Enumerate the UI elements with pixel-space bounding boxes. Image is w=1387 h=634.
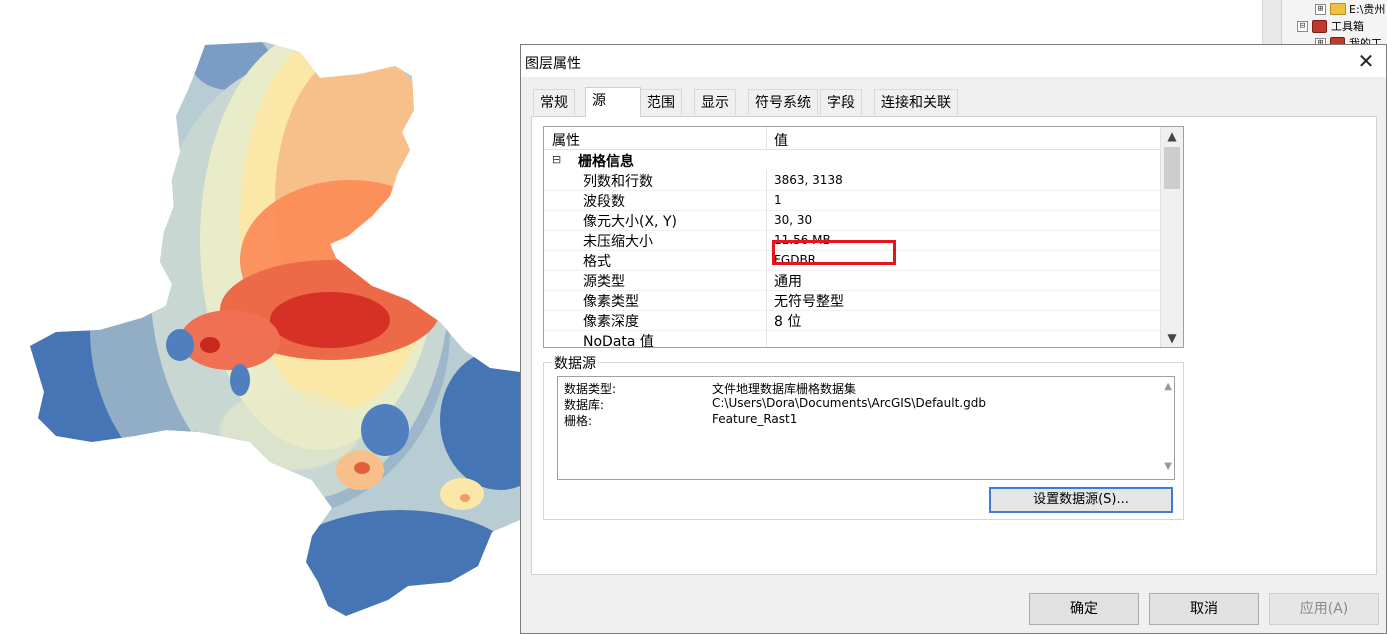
collapse-icon[interactable]: ⊟ <box>1297 20 1308 32</box>
data-source-key: 栅格: <box>564 414 593 428</box>
property-value: 1 <box>774 193 782 207</box>
dialog-title: 图层属性 <box>525 56 581 72</box>
property-row-pixel-type[interactable]: 像素类型 无符号整型 <box>544 290 1161 311</box>
property-value: 通用 <box>774 274 802 290</box>
toolbox-icon <box>1312 19 1327 33</box>
column-divider <box>766 250 767 270</box>
catalog-item-toolbox[interactable]: ⊟ 工具箱 <box>1297 18 1364 34</box>
catalog-item-label: 工具箱 <box>1331 20 1364 33</box>
section-raster-info[interactable]: ⊟ 栅格信息 <box>544 150 1161 170</box>
tab-extent[interactable]: 范围 <box>640 89 682 115</box>
header-value: 值 <box>774 133 788 149</box>
tab-symbology[interactable]: 符号系统 <box>748 89 818 115</box>
column-divider <box>766 190 767 210</box>
scroll-up-icon[interactable]: ▲ <box>1161 127 1183 145</box>
raster-property-grid[interactable]: 属性 值 ⊟ 栅格信息 列数和行数 3863, 3138 波段数 1 像元大小(… <box>543 126 1184 348</box>
property-row-source-type[interactable]: 源类型 通用 <box>544 270 1161 291</box>
column-divider <box>766 290 767 310</box>
property-name: 像元大小(X, Y) <box>583 214 677 230</box>
tab-joins-relates[interactable]: 连接和关联 <box>874 89 958 115</box>
property-value: FGDBR <box>774 253 817 267</box>
property-row-columns-rows[interactable]: 列数和行数 3863, 3138 <box>544 170 1161 191</box>
expand-icon[interactable]: ⊞ <box>1315 3 1326 15</box>
tab-display[interactable]: 显示 <box>694 89 736 115</box>
folder-icon <box>1330 3 1346 15</box>
property-row-cell-size[interactable]: 像元大小(X, Y) 30, 30 <box>544 210 1161 231</box>
column-divider <box>766 270 767 290</box>
property-name: NoData 值 <box>583 334 654 348</box>
property-name: 像素深度 <box>583 314 639 330</box>
property-value: 30, 30 <box>774 213 813 227</box>
catalog-item-folder[interactable]: ⊞ E:\贵州 <box>1315 1 1385 17</box>
dialog-titlebar[interactable]: 图层属性 ✕ <box>521 45 1386 77</box>
property-value: 3863, 3138 <box>774 173 843 187</box>
apply-button[interactable]: 应用(A) <box>1269 593 1379 625</box>
layer-properties-dialog: 图层属性 ✕ 常规 源 范围 显示 符号系统 字段 连接和关联 属性 值 ⊟ 栅… <box>520 44 1387 634</box>
data-source-value: Feature_Rast1 <box>712 412 798 426</box>
property-name: 像素类型 <box>583 294 639 310</box>
data-source-legend: 数据源 <box>552 353 598 373</box>
property-row-uncompressed-size[interactable]: 未压缩大小 11.56 MB <box>544 230 1161 251</box>
data-source-key: 数据库: <box>564 398 605 412</box>
section-title: 栅格信息 <box>578 154 634 170</box>
collapse-icon[interactable]: ⊟ <box>552 153 561 166</box>
column-divider <box>766 330 767 347</box>
property-value: 8 位 <box>774 314 802 330</box>
source-tab-panel: 属性 值 ⊟ 栅格信息 列数和行数 3863, 3138 波段数 1 像元大小(… <box>531 116 1377 575</box>
property-grid-scrollbar[interactable]: ▲ ▼ <box>1160 127 1183 347</box>
column-divider <box>766 230 767 250</box>
ok-button[interactable]: 确定 <box>1029 593 1139 625</box>
data-source-group: 数据源 数据类型: 文件地理数据库栅格数据集 数据库: C:\Users\Dor… <box>543 353 1184 520</box>
close-icon[interactable]: ✕ <box>1346 45 1386 77</box>
property-name: 格式 <box>583 254 611 270</box>
tab-general[interactable]: 常规 <box>533 89 575 115</box>
raster-map <box>30 42 520 616</box>
tab-fields[interactable]: 字段 <box>820 89 862 115</box>
property-row-band-count[interactable]: 波段数 1 <box>544 190 1161 211</box>
scroll-down-icon[interactable]: ▼ <box>1161 329 1183 347</box>
header-property: 属性 <box>552 133 580 149</box>
property-value: 11.56 MB <box>774 233 831 247</box>
property-name: 列数和行数 <box>583 174 653 190</box>
column-divider <box>766 210 767 230</box>
catalog-item-label: E:\贵州 <box>1349 3 1386 16</box>
tab-source[interactable]: 源 <box>585 87 641 117</box>
scroll-thumb[interactable] <box>1164 147 1180 189</box>
property-name: 源类型 <box>583 274 625 290</box>
data-source-textbox[interactable]: 数据类型: 文件地理数据库栅格数据集 数据库: C:\Users\Dora\Do… <box>557 376 1175 480</box>
cancel-button[interactable]: 取消 <box>1149 593 1259 625</box>
property-name: 波段数 <box>583 194 625 210</box>
column-divider <box>766 310 767 330</box>
property-name: 未压缩大小 <box>583 234 653 250</box>
property-row-format[interactable]: 格式 FGDBR <box>544 250 1161 271</box>
data-source-key: 数据类型: <box>564 382 617 396</box>
set-data-source-button[interactable]: 设置数据源(S)... <box>989 487 1173 513</box>
property-value: 无符号整型 <box>774 294 844 310</box>
grid-header: 属性 值 <box>544 127 1161 150</box>
scroll-up-icon[interactable]: ▲ <box>1164 381 1172 392</box>
data-source-value: 文件地理数据库栅格数据集 <box>712 382 857 396</box>
data-source-value: C:\Users\Dora\Documents\ArcGIS\Default.g… <box>712 396 986 410</box>
column-divider <box>766 170 767 190</box>
property-row-nodata[interactable]: NoData 值 <box>544 330 1161 348</box>
header-divider <box>766 127 767 149</box>
scroll-down-icon[interactable]: ▼ <box>1164 461 1172 472</box>
property-row-pixel-depth[interactable]: 像素深度 8 位 <box>544 310 1161 331</box>
